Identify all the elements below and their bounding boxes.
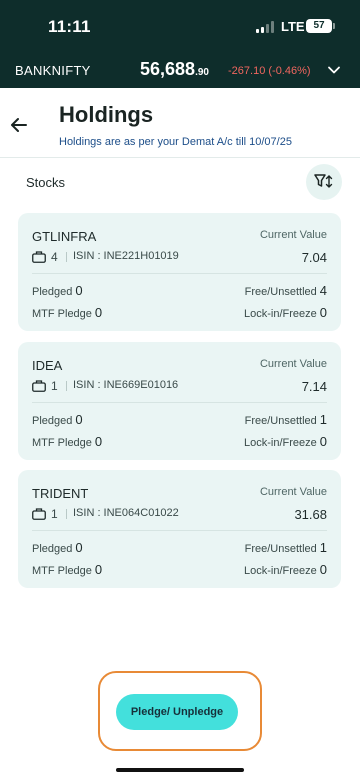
mtf-pledge-label: MTF Pledge xyxy=(32,437,92,449)
holding-card[interactable]: TRIDENT Current Value 1 ISIN : INE064C01… xyxy=(18,470,341,588)
status-time: 11:11 xyxy=(48,17,91,36)
lockin-freeze-label: Lock-in/Freeze xyxy=(244,565,317,577)
filter-sort-icon xyxy=(314,174,333,188)
mtf-pledge-value: 0 xyxy=(94,305,103,320)
free-unsettled-value: 1 xyxy=(319,540,327,555)
pledged-value: 0 xyxy=(75,540,83,555)
briefcase-icon xyxy=(32,380,46,392)
section-label: Stocks xyxy=(26,175,66,190)
mtf-pledge-stat: MTF Pledge 0 xyxy=(32,305,102,320)
mtf-pledge-stat: MTF Pledge 0 xyxy=(32,562,102,577)
top-bar: 11:11 LTE 57 BANKNIFTY 56,688.90 -267.10… xyxy=(0,0,360,88)
free-unsettled-value: 1 xyxy=(319,412,327,427)
briefcase-icon xyxy=(32,508,46,520)
mtf-pledge-label: MTF Pledge xyxy=(32,308,92,320)
mtf-pledge-stat: MTF Pledge 0 xyxy=(32,434,102,449)
holding-card[interactable]: GTLINFRA Current Value 4 ISIN : INE221H0… xyxy=(18,213,341,331)
briefcase-icon xyxy=(32,251,46,263)
stock-quantity: 1 xyxy=(51,507,58,521)
pledge-unpledge-button[interactable]: Pledge/ Unpledge xyxy=(116,694,238,730)
lockin-freeze-label: Lock-in/Freeze xyxy=(244,308,317,320)
signal-icon xyxy=(256,21,274,33)
free-unsettled-stat: Free/Unsettled 4 xyxy=(245,283,327,298)
pledged-value: 0 xyxy=(75,412,83,427)
ticker-price-main: 56,688 xyxy=(140,59,196,79)
pledged-value: 0 xyxy=(75,283,83,298)
arrow-left-icon[interactable] xyxy=(8,114,30,136)
pledged-label: Pledged xyxy=(32,415,73,427)
current-value: 31.68 xyxy=(294,507,327,522)
stock-name: IDEA xyxy=(32,358,63,373)
card-divider xyxy=(32,402,327,403)
stock-quantity: 4 xyxy=(51,250,58,264)
lockin-freeze-stat: Lock-in/Freeze 0 xyxy=(244,434,327,449)
lockin-freeze-stat: Lock-in/Freeze 0 xyxy=(244,562,327,577)
lockin-freeze-label: Lock-in/Freeze xyxy=(244,437,317,449)
current-value: 7.04 xyxy=(301,250,327,265)
stock-name: GTLINFRA xyxy=(32,229,97,244)
lockin-freeze-stat: Lock-in/Freeze 0 xyxy=(244,305,327,320)
free-unsettled-label: Free/Unsettled xyxy=(244,286,317,298)
pledged-stat: Pledged 0 xyxy=(32,540,83,555)
current-value-label: Current Value xyxy=(259,486,327,498)
current-value: 7.14 xyxy=(301,379,327,394)
card-divider xyxy=(32,273,327,274)
free-unsettled-label: Free/Unsettled xyxy=(244,543,317,555)
mtf-pledge-value: 0 xyxy=(94,434,103,449)
free-unsettled-value: 4 xyxy=(319,283,327,298)
stock-quantity: 1 xyxy=(51,379,58,393)
page-title: Holdings xyxy=(59,102,154,127)
free-unsettled-label: Free/Unsettled xyxy=(244,415,317,427)
page-header: Holdings Holdings are as per your Demat … xyxy=(0,88,360,158)
free-unsettled-stat: Free/Unsettled 1 xyxy=(245,540,327,555)
current-value-label: Current Value xyxy=(259,229,327,241)
free-unsettled-stat: Free/Unsettled 1 xyxy=(245,412,327,427)
page-subtitle: Holdings are as per your Demat A/c till … xyxy=(59,136,292,148)
pledged-label: Pledged xyxy=(32,543,73,555)
ticker-price-decimal: .90 xyxy=(195,67,209,78)
network-label: LTE xyxy=(281,19,305,34)
index-ticker[interactable]: BANKNIFTY 56,688.90 -267.10 (-0.46%) xyxy=(0,52,360,88)
status-bar: 11:11 LTE 57 xyxy=(0,0,360,52)
pledged-stat: Pledged 0 xyxy=(32,283,83,298)
lockin-freeze-value: 0 xyxy=(319,562,327,577)
stock-isin: ISIN : INE669E01016 xyxy=(73,379,179,391)
mtf-pledge-label: MTF Pledge xyxy=(32,565,92,577)
separator xyxy=(66,509,67,519)
separator xyxy=(66,252,67,262)
home-indicator[interactable] xyxy=(116,768,244,772)
current-value-label: Current Value xyxy=(259,358,327,370)
pledged-label: Pledged xyxy=(32,286,73,298)
card-divider xyxy=(32,530,327,531)
stock-name: TRIDENT xyxy=(32,486,89,501)
holding-card[interactable]: IDEA Current Value 1 ISIN : INE669E01016… xyxy=(18,342,341,460)
ticker-change: -267.10 (-0.46%) xyxy=(228,65,311,77)
battery-icon: 57 xyxy=(306,19,335,33)
lockin-freeze-value: 0 xyxy=(319,434,327,449)
ticker-price: 56,688.90 xyxy=(140,59,209,80)
stock-isin: ISIN : INE064C01022 xyxy=(73,507,179,519)
ticker-name: BANKNIFTY xyxy=(15,63,91,78)
mtf-pledge-value: 0 xyxy=(94,562,103,577)
separator xyxy=(66,381,67,391)
stock-isin: ISIN : INE221H01019 xyxy=(73,250,179,262)
filter-button[interactable] xyxy=(306,164,342,200)
chevron-down-icon[interactable] xyxy=(326,62,342,78)
lockin-freeze-value: 0 xyxy=(319,305,327,320)
pledged-stat: Pledged 0 xyxy=(32,412,83,427)
